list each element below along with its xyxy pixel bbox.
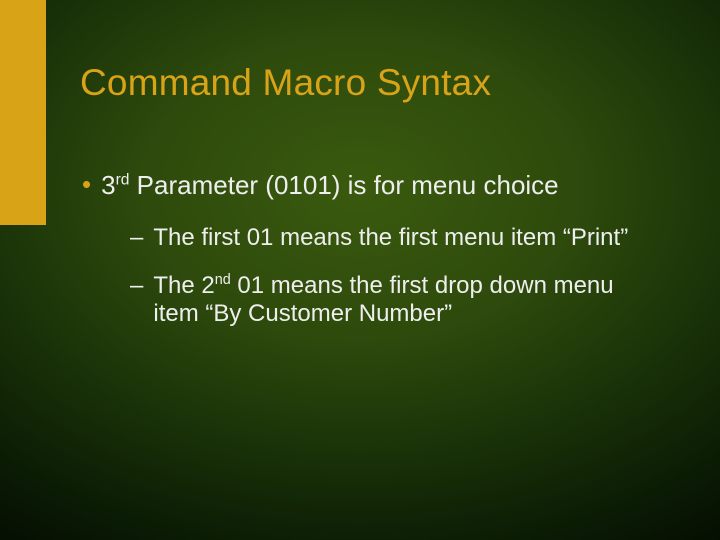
sub-list: – The first 01 means the first menu item…	[130, 224, 660, 328]
sub-text-pre: The 2	[153, 272, 214, 299]
bullet-text: 3rd Parameter (0101) is for menu choice	[101, 170, 559, 200]
sub-text-sup: nd	[215, 272, 231, 288]
sub-item: – The first 01 means the first menu item…	[130, 224, 660, 252]
bullet-marker: •	[82, 170, 91, 198]
accent-bar	[0, 0, 46, 225]
sub-text: The 2nd 01 means the first drop down men…	[153, 272, 660, 328]
slide-title: Command Macro Syntax	[80, 62, 491, 104]
slide-body: • 3rd Parameter (0101) is for menu choic…	[82, 170, 660, 348]
slide: Command Macro Syntax • 3rd Parameter (01…	[0, 0, 720, 540]
sub-text: The first 01 means the first menu item “…	[153, 224, 628, 252]
sub-marker: –	[130, 272, 143, 300]
bullet-item: • 3rd Parameter (0101) is for menu choic…	[82, 170, 660, 200]
bullet-text-post: Parameter (0101) is for menu choice	[129, 170, 558, 200]
sub-item: – The 2nd 01 means the first drop down m…	[130, 272, 660, 328]
sub-marker: –	[130, 224, 143, 252]
bullet-text-sup: rd	[116, 171, 130, 188]
bullet-text-pre: 3	[101, 170, 115, 200]
